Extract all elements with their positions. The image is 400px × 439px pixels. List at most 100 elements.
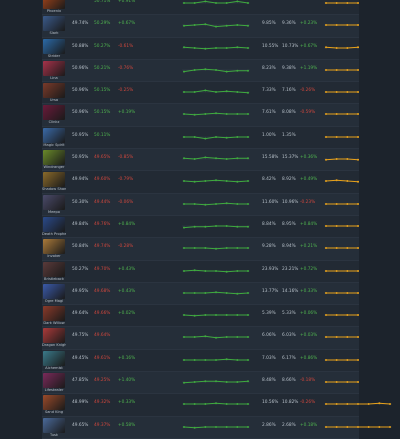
trend-point[interactable]	[346, 247, 349, 250]
trend-point[interactable]	[193, 114, 196, 117]
trend-point[interactable]	[215, 179, 217, 182]
trend-point[interactable]	[247, 202, 249, 205]
trend-point[interactable]	[236, 24, 239, 27]
trend-point[interactable]	[346, 68, 349, 71]
trend-point[interactable]	[378, 402, 381, 405]
trend-point[interactable]	[247, 91, 249, 94]
trend-point[interactable]	[183, 157, 185, 160]
trend-point[interactable]	[236, 336, 239, 339]
hero-name[interactable]: Alchemist	[42, 365, 66, 371]
hero-name[interactable]: Windranger	[42, 164, 66, 170]
trend-point[interactable]	[183, 70, 185, 73]
hero-name[interactable]: Lifestealer	[42, 387, 66, 393]
trend-point[interactable]	[204, 225, 207, 228]
trend-point[interactable]	[325, 425, 327, 428]
trend-point[interactable]	[215, 337, 217, 340]
table-row[interactable]: Death Prophet 49.84% 49.76% +0.84% 8.84% 8.95…	[42, 216, 392, 239]
trend-point[interactable]	[193, 68, 196, 71]
hero-portrait[interactable]	[43, 328, 65, 344]
trend-point[interactable]	[335, 68, 338, 71]
trend-point[interactable]	[225, 25, 228, 28]
trend-point[interactable]	[325, 45, 327, 48]
trend-point[interactable]	[215, 46, 217, 49]
trend-point[interactable]	[193, 336, 196, 339]
trend-point[interactable]	[325, 135, 327, 138]
trend-point[interactable]	[215, 314, 217, 317]
trend-point[interactable]	[346, 2, 349, 4]
hero-portrait[interactable]	[43, 105, 65, 121]
trend-point[interactable]	[335, 269, 338, 272]
table-row[interactable]: Shadow Shaman 49.94% 49.60% -0.79% 8.42% 8.92…	[42, 171, 392, 194]
trend-point[interactable]	[204, 47, 207, 50]
trend-point[interactable]	[247, 269, 249, 272]
trend-point[interactable]	[247, 291, 249, 294]
hero-portrait[interactable]	[43, 261, 65, 277]
trend-point[interactable]	[183, 291, 185, 294]
trend-point[interactable]	[335, 46, 338, 49]
trend-point[interactable]	[204, 425, 207, 428]
trend-point[interactable]	[204, 403, 207, 406]
trend-point[interactable]	[204, 137, 207, 140]
trend-point[interactable]	[247, 157, 249, 160]
trend-point[interactable]	[215, 291, 217, 294]
trend-point[interactable]	[335, 358, 338, 361]
trend-point[interactable]	[193, 314, 196, 317]
trend-point[interactable]	[346, 24, 349, 27]
hero-portrait[interactable]	[43, 127, 65, 143]
trend-point[interactable]	[225, 425, 228, 428]
trend-point[interactable]	[335, 314, 338, 317]
hero-portrait[interactable]	[43, 16, 65, 32]
table-row[interactable]: Meepo 50.30% 49.44% -0.06% 11.60% 10.96% -0.23…	[42, 193, 392, 216]
hero-name[interactable]: Tusk	[42, 432, 66, 438]
trend-point[interactable]	[225, 314, 228, 317]
trend-point[interactable]	[247, 336, 249, 339]
trend-point[interactable]	[215, 2, 217, 4]
trend-point[interactable]	[183, 202, 185, 205]
trend-point[interactable]	[325, 381, 327, 384]
trend-point[interactable]	[193, 91, 196, 94]
hero-name[interactable]: Slark	[42, 30, 66, 36]
trend-point[interactable]	[183, 247, 185, 250]
trend-point[interactable]	[325, 202, 327, 205]
trend-point[interactable]	[247, 2, 249, 4]
trend-point[interactable]	[247, 358, 249, 361]
table-row[interactable]: Slark 49.74% 50.29% +0.67% 9.85% 9.36% +0.23%	[42, 15, 392, 38]
trend-point[interactable]	[236, 69, 239, 72]
trend-point[interactable]	[215, 425, 217, 428]
hero-portrait[interactable]	[43, 172, 65, 188]
table-row[interactable]: Phoenix 50.71% +0.91%	[42, 0, 392, 16]
trend-point[interactable]	[346, 381, 349, 384]
trend-point[interactable]	[236, 247, 239, 250]
trend-point[interactable]	[389, 425, 391, 428]
trend-point[interactable]	[225, 270, 228, 273]
trend-point[interactable]	[215, 112, 217, 115]
trend-point[interactable]	[325, 91, 327, 94]
trend-point[interactable]	[215, 402, 217, 405]
trend-point[interactable]	[193, 403, 196, 406]
trend-point[interactable]	[236, 358, 239, 361]
trend-point[interactable]	[193, 426, 196, 429]
table-row[interactable]: Dragon Knight 49.75% 49.64% 6.06% 6.03% +0.03…	[42, 327, 392, 350]
hero-name[interactable]: Phoenix	[42, 8, 66, 14]
trend-point[interactable]	[225, 113, 228, 116]
trend-point[interactable]	[247, 380, 249, 383]
hero-name[interactable]: Lina	[42, 75, 66, 81]
trend-point[interactable]	[193, 381, 196, 384]
trend-point[interactable]	[225, 70, 228, 73]
trend-point[interactable]	[193, 247, 196, 250]
trend-point[interactable]	[215, 248, 217, 251]
trend-point[interactable]	[325, 180, 327, 183]
trend-point[interactable]	[225, 180, 228, 183]
trend-point[interactable]	[215, 25, 217, 28]
trend-point[interactable]	[225, 357, 228, 360]
trend-point[interactable]	[193, 202, 196, 205]
hero-portrait[interactable]	[43, 83, 65, 99]
trend-point[interactable]	[357, 425, 359, 428]
trend-point[interactable]	[236, 202, 239, 205]
trend-point[interactable]	[325, 358, 327, 361]
trend-point[interactable]	[335, 91, 338, 94]
trend-point[interactable]	[215, 380, 217, 383]
trend-point[interactable]	[225, 247, 228, 250]
hero-name[interactable]: Ursa	[42, 97, 66, 103]
trend-point[interactable]	[346, 403, 349, 406]
